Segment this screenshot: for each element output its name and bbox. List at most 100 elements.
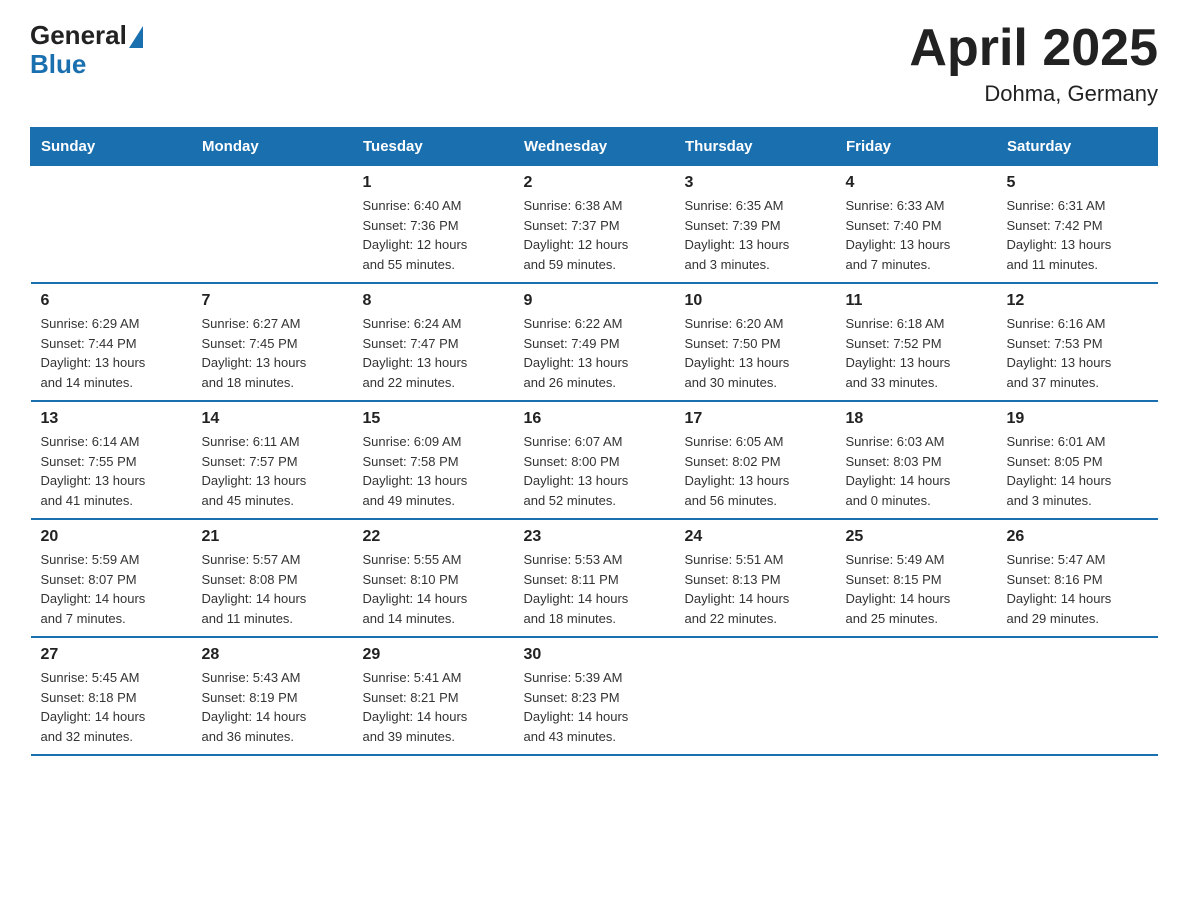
calendar-cell: 17 Sunrise: 6:05 AM Sunset: 8:02 PM Dayli… <box>675 401 836 519</box>
day-info: Sunrise: 6:31 AM Sunset: 7:42 PM Dayligh… <box>1007 196 1148 274</box>
day-number: 29 <box>363 646 504 664</box>
calendar-cell <box>675 637 836 755</box>
logo-blue-text: Blue <box>30 49 86 80</box>
day-number: 5 <box>1007 174 1148 192</box>
calendar-cell: 10 Sunrise: 6:20 AM Sunset: 7:50 PM Dayli… <box>675 283 836 401</box>
day-info: Sunrise: 5:57 AM Sunset: 8:08 PM Dayligh… <box>202 550 343 628</box>
day-number: 27 <box>41 646 182 664</box>
calendar-cell: 24 Sunrise: 5:51 AM Sunset: 8:13 PM Dayli… <box>675 519 836 637</box>
day-number: 28 <box>202 646 343 664</box>
calendar-cell: 2Sunrise: 6:38 AM Sunset: 7:37 PM Daylig… <box>514 166 675 284</box>
day-number: 11 <box>846 292 987 310</box>
logo-general-text: General <box>30 20 127 51</box>
day-info: Sunrise: 5:45 AM Sunset: 8:18 PM Dayligh… <box>41 668 182 746</box>
day-info: Sunrise: 6:16 AM Sunset: 7:53 PM Dayligh… <box>1007 314 1148 392</box>
day-number: 25 <box>846 528 987 546</box>
day-info: Sunrise: 5:59 AM Sunset: 8:07 PM Dayligh… <box>41 550 182 628</box>
day-info: Sunrise: 5:43 AM Sunset: 8:19 PM Dayligh… <box>202 668 343 746</box>
day-info: Sunrise: 6:24 AM Sunset: 7:47 PM Dayligh… <box>363 314 504 392</box>
day-info: Sunrise: 6:18 AM Sunset: 7:52 PM Dayligh… <box>846 314 987 392</box>
calendar-cell: 4Sunrise: 6:33 AM Sunset: 7:40 PM Daylig… <box>836 166 997 284</box>
day-info: Sunrise: 5:41 AM Sunset: 8:21 PM Dayligh… <box>363 668 504 746</box>
day-info: Sunrise: 6:29 AM Sunset: 7:44 PM Dayligh… <box>41 314 182 392</box>
calendar-cell: 28 Sunrise: 5:43 AM Sunset: 8:19 PM Dayli… <box>192 637 353 755</box>
day-info: Sunrise: 5:53 AM Sunset: 8:11 PM Dayligh… <box>524 550 665 628</box>
calendar-week-row: 1 Sunrise: 6:40 AM Sunset: 7:36 PM Daylig… <box>31 166 1158 284</box>
day-info: Sunrise: 6:11 AM Sunset: 7:57 PM Dayligh… <box>202 432 343 510</box>
day-number: 15 <box>363 410 504 428</box>
calendar-cell: 20Sunrise: 5:59 AM Sunset: 8:07 PM Dayli… <box>31 519 192 637</box>
calendar-cell: 19Sunrise: 6:01 AM Sunset: 8:05 PM Dayli… <box>997 401 1158 519</box>
calendar-cell <box>31 166 192 284</box>
calendar-cell <box>997 637 1158 755</box>
day-info: Sunrise: 6:27 AM Sunset: 7:45 PM Dayligh… <box>202 314 343 392</box>
day-info: Sunrise: 6:22 AM Sunset: 7:49 PM Dayligh… <box>524 314 665 392</box>
page-subtitle: Dohma, Germany <box>909 81 1158 107</box>
weekday-header-thursday: Thursday <box>675 128 836 166</box>
day-number: 23 <box>524 528 665 546</box>
day-number: 22 <box>363 528 504 546</box>
calendar-cell: 13Sunrise: 6:14 AM Sunset: 7:55 PM Dayli… <box>31 401 192 519</box>
day-number: 13 <box>41 410 182 428</box>
calendar-cell: 23 Sunrise: 5:53 AM Sunset: 8:11 PM Dayli… <box>514 519 675 637</box>
weekday-header-monday: Monday <box>192 128 353 166</box>
calendar-cell: 11 Sunrise: 6:18 AM Sunset: 7:52 PM Dayli… <box>836 283 997 401</box>
logo-triangle-icon <box>129 26 143 48</box>
day-info: Sunrise: 6:35 AM Sunset: 7:39 PM Dayligh… <box>685 196 826 274</box>
calendar-cell: 30 Sunrise: 5:39 AM Sunset: 8:23 PM Dayli… <box>514 637 675 755</box>
day-info: Sunrise: 6:40 AM Sunset: 7:36 PM Dayligh… <box>363 196 504 274</box>
calendar-cell: 18Sunrise: 6:03 AM Sunset: 8:03 PM Dayli… <box>836 401 997 519</box>
calendar-cell: 12 Sunrise: 6:16 AM Sunset: 7:53 PM Dayli… <box>997 283 1158 401</box>
day-number: 21 <box>202 528 343 546</box>
calendar-cell: 21 Sunrise: 5:57 AM Sunset: 8:08 PM Dayli… <box>192 519 353 637</box>
calendar-cell: 27 Sunrise: 5:45 AM Sunset: 8:18 PM Dayli… <box>31 637 192 755</box>
calendar-cell: 6 Sunrise: 6:29 AM Sunset: 7:44 PM Daylig… <box>31 283 192 401</box>
weekday-header-tuesday: Tuesday <box>353 128 514 166</box>
calendar-cell: 22Sunrise: 5:55 AM Sunset: 8:10 PM Dayli… <box>353 519 514 637</box>
calendar-cell <box>192 166 353 284</box>
calendar-cell: 3 Sunrise: 6:35 AM Sunset: 7:39 PM Daylig… <box>675 166 836 284</box>
calendar-cell: 5 Sunrise: 6:31 AM Sunset: 7:42 PM Daylig… <box>997 166 1158 284</box>
weekday-header-saturday: Saturday <box>997 128 1158 166</box>
calendar-cell: 9 Sunrise: 6:22 AM Sunset: 7:49 PM Daylig… <box>514 283 675 401</box>
day-number: 1 <box>363 174 504 192</box>
calendar-cell: 7Sunrise: 6:27 AM Sunset: 7:45 PM Daylig… <box>192 283 353 401</box>
day-number: 17 <box>685 410 826 428</box>
calendar-cell: 26 Sunrise: 5:47 AM Sunset: 8:16 PM Dayli… <box>997 519 1158 637</box>
day-number: 24 <box>685 528 826 546</box>
day-info: Sunrise: 5:47 AM Sunset: 8:16 PM Dayligh… <box>1007 550 1148 628</box>
weekday-header-friday: Friday <box>836 128 997 166</box>
day-info: Sunrise: 6:20 AM Sunset: 7:50 PM Dayligh… <box>685 314 826 392</box>
calendar-week-row: 6 Sunrise: 6:29 AM Sunset: 7:44 PM Daylig… <box>31 283 1158 401</box>
calendar-header-row: SundayMondayTuesdayWednesdayThursdayFrid… <box>31 128 1158 166</box>
day-number: 8 <box>363 292 504 310</box>
calendar-table: SundayMondayTuesdayWednesdayThursdayFrid… <box>30 127 1158 756</box>
calendar-cell: 14Sunrise: 6:11 AM Sunset: 7:57 PM Dayli… <box>192 401 353 519</box>
day-info: Sunrise: 6:05 AM Sunset: 8:02 PM Dayligh… <box>685 432 826 510</box>
calendar-week-row: 13Sunrise: 6:14 AM Sunset: 7:55 PM Dayli… <box>31 401 1158 519</box>
day-info: Sunrise: 6:33 AM Sunset: 7:40 PM Dayligh… <box>846 196 987 274</box>
page-title: April 2025 <box>909 20 1158 77</box>
calendar-week-row: 27 Sunrise: 5:45 AM Sunset: 8:18 PM Dayli… <box>31 637 1158 755</box>
title-block: April 2025 Dohma, Germany <box>909 20 1158 107</box>
calendar-cell <box>836 637 997 755</box>
day-number: 16 <box>524 410 665 428</box>
day-info: Sunrise: 5:51 AM Sunset: 8:13 PM Dayligh… <box>685 550 826 628</box>
calendar-cell: 1 Sunrise: 6:40 AM Sunset: 7:36 PM Daylig… <box>353 166 514 284</box>
day-number: 9 <box>524 292 665 310</box>
day-info: Sunrise: 5:49 AM Sunset: 8:15 PM Dayligh… <box>846 550 987 628</box>
day-number: 30 <box>524 646 665 664</box>
day-info: Sunrise: 5:39 AM Sunset: 8:23 PM Dayligh… <box>524 668 665 746</box>
day-number: 6 <box>41 292 182 310</box>
calendar-cell: 16Sunrise: 6:07 AM Sunset: 8:00 PM Dayli… <box>514 401 675 519</box>
day-number: 12 <box>1007 292 1148 310</box>
calendar-week-row: 20Sunrise: 5:59 AM Sunset: 8:07 PM Dayli… <box>31 519 1158 637</box>
day-number: 26 <box>1007 528 1148 546</box>
day-number: 3 <box>685 174 826 192</box>
weekday-header-sunday: Sunday <box>31 128 192 166</box>
calendar-cell: 29 Sunrise: 5:41 AM Sunset: 8:21 PM Dayli… <box>353 637 514 755</box>
day-info: Sunrise: 6:09 AM Sunset: 7:58 PM Dayligh… <box>363 432 504 510</box>
calendar-cell: 15 Sunrise: 6:09 AM Sunset: 7:58 PM Dayli… <box>353 401 514 519</box>
day-number: 18 <box>846 410 987 428</box>
day-number: 10 <box>685 292 826 310</box>
